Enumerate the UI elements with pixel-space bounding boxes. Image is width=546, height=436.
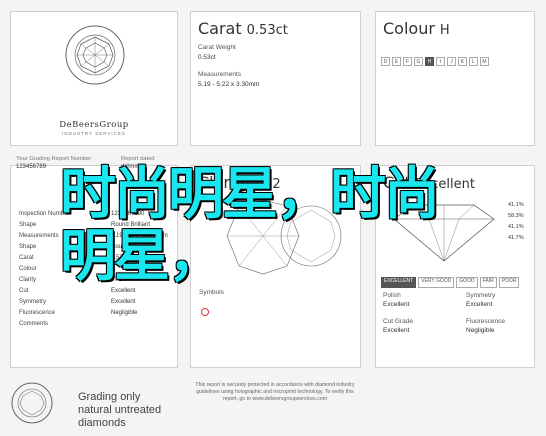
colour-scale-d: D bbox=[381, 57, 390, 66]
report-measure-label: Measurements bbox=[19, 233, 59, 239]
cut-grade-label: Cut Grade bbox=[383, 318, 413, 325]
report-row-label: Colour bbox=[19, 266, 37, 272]
colour-scale: DEFGHIJKLM bbox=[381, 57, 491, 66]
report-row-label: Fluorescence bbox=[19, 310, 56, 316]
symbol-marker-icon bbox=[201, 308, 209, 316]
measurements-label: Measurements bbox=[198, 71, 241, 78]
carat-panel: Carat 0.53ct Carat Weight 0.53ct Measurem… bbox=[190, 11, 361, 146]
brand-name: DeBeersGroup bbox=[59, 120, 129, 130]
footer-seal-icon bbox=[11, 382, 53, 424]
report-row-label: Comments bbox=[19, 321, 49, 327]
cut-symmetry-label: Symmetry bbox=[466, 292, 496, 299]
colour-scale-g: G bbox=[414, 57, 423, 66]
report-row-value: Negligible bbox=[111, 310, 138, 316]
cut-percent: 58.3% bbox=[508, 213, 524, 219]
polish-label: Polish bbox=[383, 292, 401, 299]
carat-weight-label: Carat Weight bbox=[198, 44, 236, 51]
diamond-seal-icon bbox=[65, 25, 125, 85]
colour-panel: Colour H DEFGHIJKLM bbox=[375, 11, 535, 146]
report-row-label: Clarity bbox=[19, 277, 37, 283]
report-row-label: Shape bbox=[19, 244, 37, 250]
cut-grade-option: FAIR bbox=[479, 277, 497, 288]
symbols-label: Symbols bbox=[199, 289, 224, 296]
carat-grade: 0.53ct bbox=[246, 23, 288, 38]
colour-scale-f: F bbox=[403, 57, 412, 66]
cut-grade-option: POOR bbox=[498, 277, 520, 288]
footer-notice: This report is securely protected in acc… bbox=[195, 382, 355, 402]
report-row-label: Cut bbox=[19, 288, 29, 294]
colour-scale-e: E bbox=[392, 57, 401, 66]
cut-symmetry-value: Excellent bbox=[466, 301, 493, 308]
colour-scale-h: H bbox=[425, 57, 434, 66]
measurements-value: 5.19 - 5.22 x 3.30mm bbox=[198, 81, 260, 88]
colour-scale-j: J bbox=[447, 57, 456, 66]
report-number: 123456789 bbox=[16, 164, 47, 170]
shape-label: Shape bbox=[19, 222, 37, 228]
cut-fluor-label: Fluorescence bbox=[466, 318, 506, 325]
carat-weight-value: 0.53ct bbox=[198, 54, 216, 61]
carat-title-text: Carat bbox=[198, 19, 242, 38]
colour-title-text: Colour bbox=[383, 19, 435, 38]
report-row-label: Carat bbox=[19, 255, 34, 261]
report-row-label: Symmetry bbox=[19, 299, 46, 305]
cut-percent: 41.1% bbox=[508, 202, 524, 208]
carat-title: Carat 0.53ct bbox=[198, 19, 288, 38]
cut-percent: 41.1% bbox=[508, 224, 524, 230]
brand-sub: INDUSTRY SERVICES bbox=[62, 131, 126, 136]
report-row-value: Excellent bbox=[111, 299, 136, 305]
cut-percent: 41.7% bbox=[508, 235, 524, 241]
polish-value: Excellent bbox=[383, 301, 410, 308]
overlay-text: 时尚明星，时尚明星， bbox=[60, 162, 440, 289]
cut-grade-value: Excellent bbox=[383, 327, 410, 334]
colour-scale-k: K bbox=[458, 57, 467, 66]
colour-scale-m: M bbox=[480, 57, 489, 66]
colour-scale-l: L bbox=[469, 57, 478, 66]
cut-fluor-value: Negligible bbox=[466, 327, 495, 334]
brand-panel: DeBeersGroup INDUSTRY SERVICES bbox=[10, 11, 178, 146]
footer-grading-text: Grading only natural untreated diamonds bbox=[78, 391, 162, 429]
colour-grade: H bbox=[439, 23, 450, 38]
colour-scale-i: I bbox=[436, 57, 445, 66]
colour-title: Colour H bbox=[383, 19, 450, 38]
